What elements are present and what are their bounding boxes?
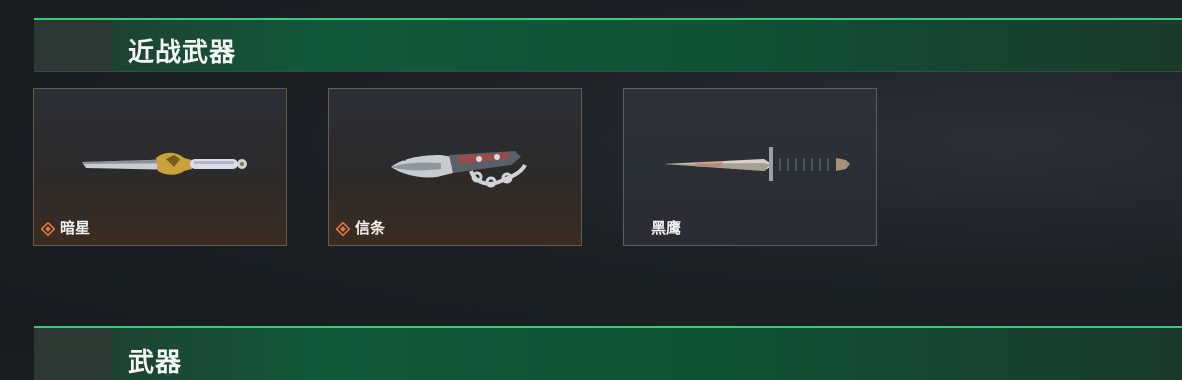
- weapon-name: 信条: [355, 219, 386, 237]
- header-divider: [34, 71, 1182, 72]
- weapon-card[interactable]: 信条: [328, 88, 582, 246]
- section-header-weapons: 武器: [34, 326, 1182, 380]
- knife-creed-icon: [391, 151, 527, 188]
- weapon-name: 黑鹰: [651, 219, 682, 237]
- knife-blackhawk-icon: [664, 147, 850, 181]
- knife-darkstar-icon: [82, 152, 247, 175]
- section-header-melee: 近战武器: [34, 18, 1182, 72]
- header-stub: [34, 328, 112, 380]
- weapon-card[interactable]: 黑鹰: [623, 88, 877, 246]
- rank-diamond-icon: [41, 222, 55, 236]
- header-stub: [34, 20, 112, 72]
- section-title: 近战武器: [128, 38, 237, 68]
- weapon-name: 暗星: [60, 219, 91, 237]
- rank-diamond-icon: [336, 222, 350, 236]
- weapon-card[interactable]: 暗星: [33, 88, 287, 246]
- section-title: 武器: [128, 348, 183, 378]
